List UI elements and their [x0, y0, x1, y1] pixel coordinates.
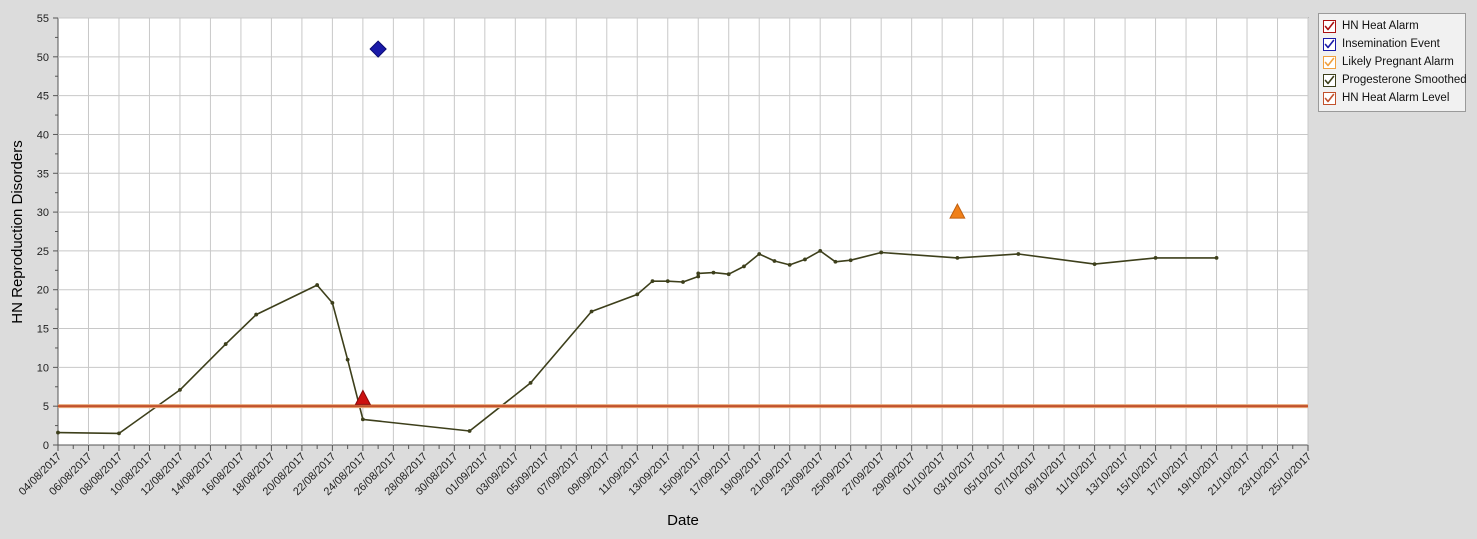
x-axis-title: Date [667, 512, 699, 529]
y-tick-label: 55 [37, 13, 49, 25]
legend-item-3[interactable]: Progesterone Smoothed [1323, 71, 1467, 89]
data-point [833, 259, 838, 264]
y-tick-label: 30 [37, 207, 49, 219]
data-point [1092, 262, 1097, 267]
y-tick-label: 35 [37, 168, 49, 180]
data-point [681, 280, 685, 284]
y-axis-title: HN Reproduction Disorders [9, 140, 26, 323]
legend-item-label: Progesterone Smoothed [1342, 73, 1467, 86]
y-tick-label: 50 [37, 52, 49, 64]
legend-checkbox[interactable] [1323, 37, 1336, 51]
data-point [772, 259, 777, 263]
data-point [711, 270, 716, 275]
legend-item-label: Insemination Event [1342, 37, 1440, 50]
data-point [742, 264, 746, 269]
data-point [223, 342, 228, 346]
legend-checkbox[interactable] [1323, 73, 1336, 87]
legend-item-1[interactable]: Insemination Event [1323, 35, 1461, 53]
legend-item-label: HN Heat Alarm Level [1342, 91, 1450, 104]
y-tick-label: 45 [37, 91, 49, 103]
data-point [757, 252, 762, 256]
data-point [650, 279, 655, 284]
data-point [528, 380, 533, 385]
check-icon [1324, 93, 1335, 102]
check-icon [1324, 75, 1335, 84]
data-point [589, 309, 594, 314]
y-tick-label: 20 [37, 285, 49, 297]
data-point [56, 430, 60, 435]
y-tick-label: 0 [43, 440, 49, 452]
plot-area [57, 17, 1309, 446]
data-point [787, 262, 792, 267]
data-point [117, 431, 121, 436]
data-point [315, 283, 320, 287]
data-point [818, 249, 823, 253]
y-tick-label: 5 [43, 401, 49, 413]
data-point [178, 387, 182, 392]
data-point [803, 257, 807, 262]
check-icon [1324, 21, 1335, 30]
check-icon [1324, 39, 1335, 48]
legend-item-label: HN Heat Alarm [1342, 19, 1419, 32]
legend-item-4[interactable]: HN Heat Alarm Level [1323, 89, 1461, 107]
y-tick-label: 15 [37, 324, 49, 336]
y-tick-label: 25 [37, 246, 49, 258]
legend-checkbox[interactable] [1323, 91, 1336, 105]
data-point [955, 255, 960, 260]
data-point [879, 250, 884, 255]
data-point [665, 279, 670, 284]
data-point [635, 292, 640, 297]
data-point [330, 301, 335, 305]
data-point [726, 272, 731, 277]
legend-checkbox[interactable] [1323, 55, 1336, 69]
data-point [848, 258, 853, 263]
data-point [254, 312, 259, 317]
data-point [696, 271, 701, 276]
legend-checkbox[interactable] [1323, 19, 1336, 33]
chart-container: 0 5 10 15 20 25 30 35 40 45 50 55 04/08/2017 06/08/2… [0, 0, 1477, 539]
check-icon [1324, 57, 1335, 66]
chart-legend[interactable]: HN Heat Alarm Insemination Event Likely Pr… [1318, 13, 1467, 112]
data-point [467, 429, 472, 433]
legend-item-0[interactable]: HN Heat Alarm [1323, 17, 1461, 35]
data-point [360, 417, 365, 422]
data-point [1214, 255, 1219, 260]
y-tick-label: 10 [37, 362, 49, 374]
reproduction-disorders-chart: 0 5 10 15 20 25 30 35 40 45 50 55 04/08/201706/08/2… [9, 13, 1314, 529]
data-point [1016, 252, 1021, 256]
data-point [345, 357, 350, 362]
data-point [1153, 255, 1158, 260]
legend-item-2[interactable]: Likely Pregnant Alarm [1323, 53, 1461, 71]
x-axis-ticks: 04/08/201706/08/201708/08/201710/08/2017… [17, 445, 1314, 498]
y-axis-ticks: 0 5 10 15 20 25 30 35 40 45 50 55 [37, 13, 58, 452]
legend-item-label: Likely Pregnant Alarm [1342, 55, 1454, 68]
y-tick-label: 40 [37, 129, 49, 141]
